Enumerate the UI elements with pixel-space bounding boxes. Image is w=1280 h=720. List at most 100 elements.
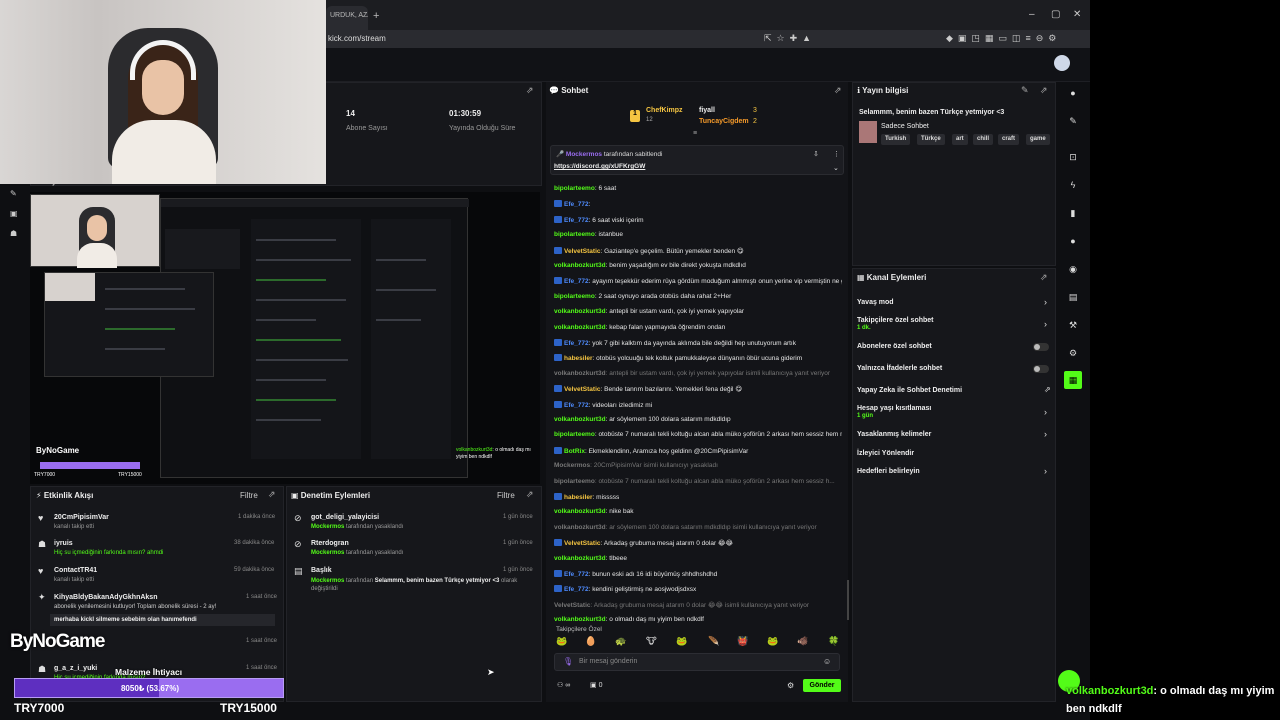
chat-username[interactable]: Efe_772 (564, 402, 589, 409)
pencil-icon[interactable]: ✎ (1064, 112, 1082, 130)
moderation-popout-icon[interactable]: ⇗ (526, 489, 534, 500)
gifters-expand-icon[interactable]: ≡ (693, 130, 697, 137)
top-gifter-name[interactable]: TuncayCigdem (699, 118, 749, 125)
set-goals-label[interactable]: Hedefleri belirleyin (857, 468, 920, 475)
users-icon[interactable]: ☗ (10, 229, 17, 238)
url-field[interactable]: kick.com/stream (328, 34, 386, 43)
chat-username[interactable]: volkanbozkurt3d (554, 324, 606, 331)
top-gifter-name[interactable]: ChefKimpz (646, 107, 683, 114)
chat-username[interactable]: bipolarteemo (554, 478, 595, 485)
chat-username[interactable]: Efe_772 (564, 340, 589, 347)
tag-item[interactable]: Turkish (881, 134, 911, 145)
info-icon[interactable]: ● (1064, 84, 1082, 102)
chat-username[interactable]: volkanbozkurt3d (554, 416, 606, 423)
chat-username[interactable]: VelvetStatic (564, 386, 601, 393)
chat-settings-icon[interactable]: ⚙ (787, 681, 794, 690)
chevron-right-icon[interactable]: › (1044, 429, 1047, 439)
info-popout-icon[interactable]: ⇗ (1040, 85, 1048, 96)
send-button[interactable]: Gönder (803, 679, 841, 692)
actions-popout-icon[interactable]: ⇗ (1040, 272, 1048, 283)
minimize-icon[interactable]: – (1029, 9, 1035, 20)
chat-username[interactable]: volkanbozkurt3d (554, 508, 606, 515)
activity-filter-button[interactable]: Filtre (240, 491, 258, 500)
moderation-filter-button[interactable]: Filtre (497, 491, 515, 500)
users-infinity-icon[interactable]: ⚇ ∞ (557, 681, 570, 689)
chat-username[interactable]: Efe_772 (564, 201, 589, 208)
tag-item[interactable]: craft (998, 134, 1020, 145)
chat-bubble-icon[interactable]: ● (1064, 232, 1082, 250)
tag-item[interactable]: chill (973, 134, 994, 145)
address-icons[interactable]: ⇱☆✚▲ (764, 33, 816, 44)
tool-icon[interactable]: ⚙ (1064, 344, 1082, 362)
chevron-right-icon[interactable]: › (1044, 319, 1047, 329)
chat-scrollbar[interactable] (847, 580, 849, 620)
emote-item[interactable]: 🐸 (676, 636, 687, 647)
wrench-icon[interactable]: ⚒ (1064, 316, 1082, 334)
activity-popout-icon[interactable]: ⇗ (268, 489, 276, 500)
chat-username[interactable]: bipolarteemo (554, 293, 595, 300)
mic-icon[interactable]: 🎙 (563, 657, 573, 666)
chat-username[interactable]: VelvetStatic (564, 248, 601, 255)
chat-username[interactable]: volkanbozkurt3d (554, 370, 606, 377)
chat-username[interactable]: BotRix (564, 448, 585, 455)
emotes-only-toggle[interactable] (1033, 365, 1049, 373)
tag-item[interactable]: art (952, 134, 968, 145)
chat-username[interactable]: Efe_772 (564, 217, 589, 224)
emote-item[interactable]: 🍀 (828, 636, 839, 647)
chat-username[interactable]: Efe_772 (564, 586, 589, 593)
stream-icon[interactable]: ✎ (10, 189, 17, 198)
account-age-label[interactable]: Hesap yaşı kısıtlaması (857, 405, 931, 412)
followers-only-chat-label[interactable]: Takipçilere özel sohbet (857, 317, 934, 324)
top-gifter-name[interactable]: fiyall (699, 107, 715, 114)
chat-username[interactable]: volkanbozkurt3d (554, 555, 606, 562)
chat-username[interactable]: habesiler (564, 494, 593, 501)
pin-icon[interactable]: ⇩ (813, 150, 819, 158)
popout-icon[interactable]: ⇗ (526, 85, 534, 96)
tag-item[interactable]: Türkçe (917, 134, 945, 145)
maximize-icon[interactable]: ▢ (1051, 9, 1060, 20)
host-viewers-label[interactable]: İzleyici Yönlendir (857, 450, 914, 457)
chat-username[interactable]: habesiler (564, 355, 593, 362)
chat-username[interactable]: Efe_772 (564, 278, 589, 285)
chat-popout-icon[interactable]: ⇗ (834, 85, 842, 96)
tag-item[interactable]: game (1026, 134, 1050, 145)
emote-item[interactable]: 🪶 (708, 636, 719, 647)
emote-item[interactable]: 🐢 (615, 636, 626, 647)
chat-username[interactable]: bipolarteemo (554, 231, 595, 238)
chat-username[interactable]: bipolarteemo (554, 185, 595, 192)
chat-username[interactable]: volkanbozkurt3d (554, 524, 606, 531)
emote-item[interactable]: 🐮 (646, 636, 657, 647)
chevron-right-icon[interactable]: › (1044, 297, 1047, 307)
close-window-icon[interactable]: ✕ (1073, 9, 1081, 20)
emote-item[interactable]: 🐸 (556, 636, 567, 647)
browser-tab[interactable]: URDUK, AZAR (326, 6, 368, 30)
trash-icon[interactable]: ▮ (1064, 204, 1082, 222)
chevron-right-icon[interactable]: › (1044, 466, 1047, 476)
clip-icon[interactable]: ▦ (1064, 371, 1082, 389)
chat-username[interactable]: volkanbozkurt3d (554, 262, 606, 269)
mod-icon[interactable]: ▣ (10, 209, 18, 218)
chat-username[interactable]: volkanbozkurt3d (554, 616, 606, 623)
ai-moderation-label[interactable]: Yapay Zeka ile Sohbet Denetimi (857, 387, 962, 394)
chat-username[interactable]: bipolarteemo (554, 431, 595, 438)
layout-icon[interactable]: ▤ (1064, 288, 1082, 306)
slow-mode-label[interactable]: Yavaş mod (857, 299, 894, 306)
user-avatar[interactable] (1054, 55, 1070, 71)
edit-info-icon[interactable]: ✎ (1021, 85, 1029, 96)
banned-words-label[interactable]: Yasaklanmış kelimeler (857, 431, 931, 438)
extension-icons[interactable]: ◆▣◳▦▭◫≡⊖⚙ (946, 33, 1061, 44)
new-tab-icon[interactable]: + (373, 10, 379, 22)
emote-item[interactable]: 🥚 (585, 636, 596, 647)
chevron-right-icon[interactable]: › (1044, 407, 1047, 417)
chat-username[interactable]: VelvetStatic (554, 602, 591, 609)
chat-username[interactable]: Efe_772 (564, 571, 589, 578)
emote-item[interactable]: 🐗 (797, 636, 808, 647)
lightning-icon[interactable]: ϟ (1064, 176, 1082, 194)
chat-username[interactable]: VelvetStatic (564, 540, 601, 547)
chat-username[interactable]: volkanbozkurt3d (554, 308, 606, 315)
scan-icon[interactable]: ⊡ (1064, 148, 1082, 166)
chat-username[interactable]: Mockermos (554, 462, 590, 469)
emote-item[interactable]: 👹 (737, 636, 748, 647)
broadcast-icon[interactable]: ◉ (1064, 260, 1082, 278)
external-link-icon[interactable]: ⇗ (1044, 385, 1051, 394)
